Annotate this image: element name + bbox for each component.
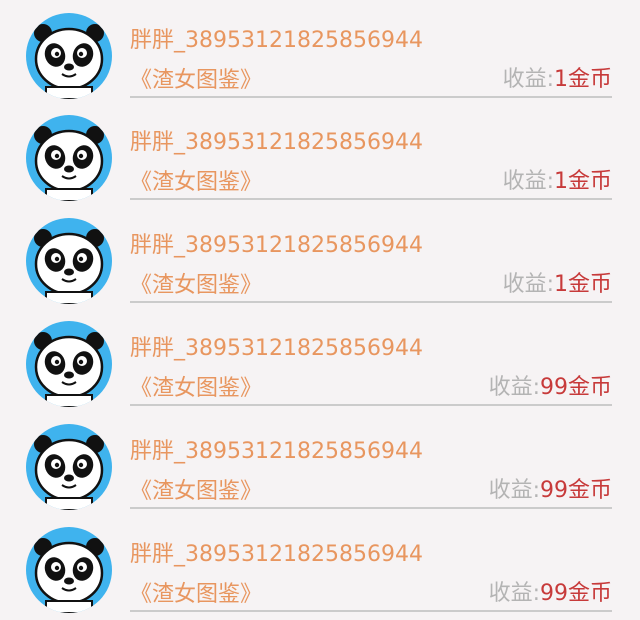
username-link[interactable]: 胖胖_38953121825856944 <box>130 124 423 156</box>
panda-avatar-icon[interactable] <box>26 13 112 99</box>
divider <box>130 301 612 303</box>
divider <box>130 507 612 509</box>
reward-list-item[interactable]: 胖胖_38953121825856944 今天 15:08 金币打赏 《渣女图鉴… <box>0 411 640 514</box>
reward-list-item[interactable]: 胖胖_38953121825856944 今天 15:08 金币打赏 《渣女图鉴… <box>0 205 640 308</box>
panda-avatar-icon[interactable] <box>26 527 112 613</box>
income-label: 收益: <box>502 272 554 297</box>
username-link[interactable]: 胖胖_38953121825856944 <box>130 536 423 568</box>
book-title[interactable]: 《渣女图鉴》 <box>130 576 262 608</box>
reward-list-item[interactable]: 胖胖_38953121825856944 今天 15:08 金币打赏 《渣女图鉴… <box>0 308 640 411</box>
income-line: 收益:99金币 <box>489 472 612 504</box>
divider <box>130 96 612 98</box>
book-title[interactable]: 《渣女图鉴》 <box>130 267 262 299</box>
reward-list-item[interactable]: 胖胖_38953121825856944 今天 15:08 金币打赏 《渣女图鉴… <box>0 0 640 103</box>
income-line: 收益:1金币 <box>503 163 612 195</box>
income-value: 1金币 <box>554 169 612 194</box>
income-label: 收益: <box>488 375 540 400</box>
panda-avatar-icon[interactable] <box>26 115 112 201</box>
income-value: 99金币 <box>540 375 612 400</box>
username-link[interactable]: 胖胖_38953121825856944 <box>130 227 423 259</box>
income-label: 收益: <box>488 581 540 606</box>
income-label: 收益: <box>488 478 540 503</box>
book-title[interactable]: 《渣女图鉴》 <box>130 370 262 402</box>
income-value: 1金币 <box>554 272 612 297</box>
panda-avatar-icon[interactable] <box>26 424 112 510</box>
income-line: 收益:1金币 <box>503 61 612 93</box>
income-line: 收益:99金币 <box>489 575 612 607</box>
divider <box>130 198 612 200</box>
reward-list-item[interactable]: 胖胖_38953121825856944 今天 15:08 金币打赏 《渣女图鉴… <box>0 514 640 617</box>
income-line: 收益:1金币 <box>503 266 612 298</box>
book-title[interactable]: 《渣女图鉴》 <box>130 164 262 196</box>
username-link[interactable]: 胖胖_38953121825856944 <box>130 22 423 54</box>
income-value: 99金币 <box>540 581 612 606</box>
divider <box>130 610 612 612</box>
income-value: 99金币 <box>540 478 612 503</box>
book-title[interactable]: 《渣女图鉴》 <box>130 473 262 505</box>
panda-avatar-icon[interactable] <box>26 218 112 304</box>
book-title[interactable]: 《渣女图鉴》 <box>130 62 262 94</box>
income-label: 收益: <box>502 67 554 92</box>
username-link[interactable]: 胖胖_38953121825856944 <box>130 330 423 362</box>
income-value: 1金币 <box>554 67 612 92</box>
income-label: 收益: <box>502 169 554 194</box>
username-link[interactable]: 胖胖_38953121825856944 <box>130 433 423 465</box>
reward-list: 胖胖_38953121825856944 今天 15:08 金币打赏 《渣女图鉴… <box>0 0 640 620</box>
panda-avatar-icon[interactable] <box>26 321 112 407</box>
divider <box>130 404 612 406</box>
income-line: 收益:99金币 <box>489 369 612 401</box>
reward-list-item[interactable]: 胖胖_38953121825856944 今天 15:08 金币打赏 《渣女图鉴… <box>0 102 640 205</box>
